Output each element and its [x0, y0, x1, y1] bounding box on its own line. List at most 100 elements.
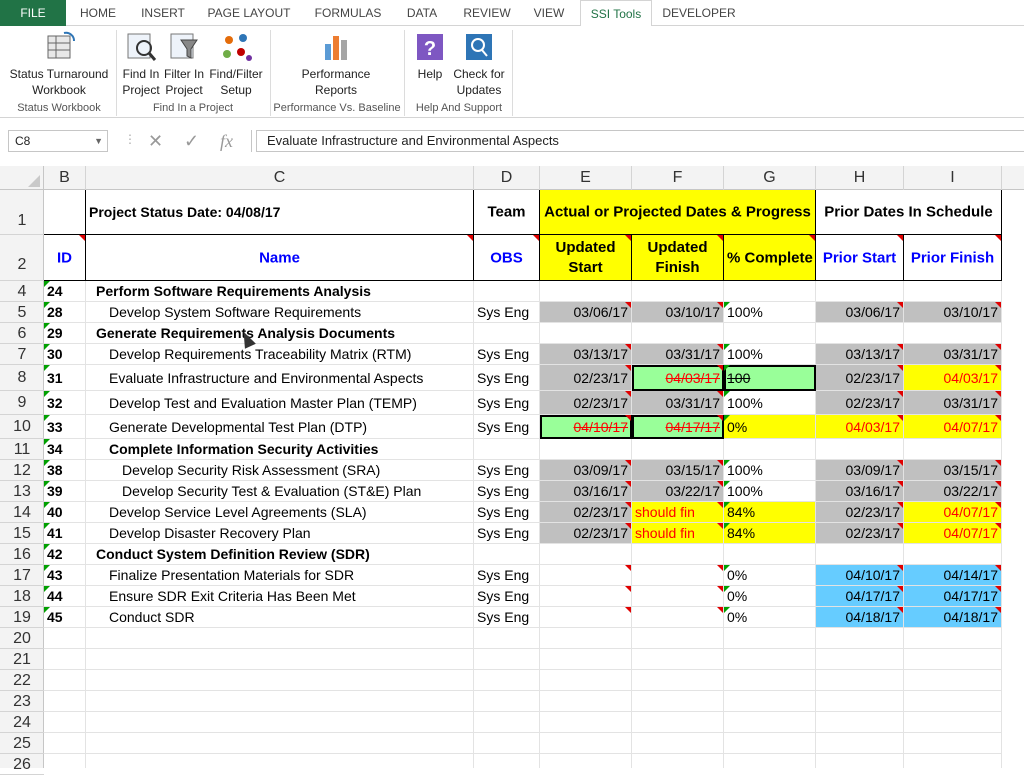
obs-cell[interactable]: Sys Eng — [474, 365, 540, 391]
id-cell[interactable]: 29 — [44, 323, 86, 344]
empty-cell[interactable] — [724, 628, 816, 649]
prior-finish-cell[interactable]: 03/31/17 — [904, 344, 1002, 365]
id-cell[interactable]: 40 — [44, 502, 86, 523]
updated-finish-cell[interactable]: 04/03/17 — [632, 365, 724, 391]
pct-complete-cell[interactable]: 0% — [724, 607, 816, 628]
obs-cell[interactable]: Sys Eng — [474, 391, 540, 415]
prior-start-cell[interactable]: 03/16/17 — [816, 481, 904, 502]
updated-finish-cell[interactable] — [632, 439, 724, 460]
empty-cell[interactable] — [724, 691, 816, 712]
empty-cell[interactable] — [816, 670, 904, 691]
empty-cell[interactable] — [816, 628, 904, 649]
row-header[interactable]: 14 — [0, 502, 44, 523]
prior-start-cell[interactable]: 04/17/17 — [816, 586, 904, 607]
pct-complete-cell[interactable]: 84% — [724, 523, 816, 544]
filter-in-project-button[interactable]: Filter In Project — [162, 30, 206, 98]
row-header[interactable]: 17 — [0, 565, 44, 586]
updated-finish-cell[interactable]: 03/15/17 — [632, 460, 724, 481]
id-cell[interactable]: 42 — [44, 544, 86, 565]
empty-cell[interactable] — [44, 649, 86, 670]
pct-complete-cell[interactable]: 100% — [724, 344, 816, 365]
row-header[interactable]: 12 — [0, 460, 44, 481]
column-header-e[interactable]: E — [540, 166, 632, 190]
id-cell[interactable]: 43 — [44, 565, 86, 586]
pct-complete-cell[interactable]: 100% — [724, 391, 816, 415]
task-name-cell[interactable]: Conduct SDR — [86, 607, 474, 628]
row-header[interactable]: 16 — [0, 544, 44, 565]
row-header[interactable]: 26 — [0, 754, 44, 775]
empty-cell[interactable] — [904, 754, 1002, 768]
prior-finish-cell[interactable]: 03/15/17 — [904, 460, 1002, 481]
id-cell[interactable]: 24 — [44, 281, 86, 302]
obs-cell[interactable]: Sys Eng — [474, 523, 540, 544]
empty-cell[interactable] — [904, 670, 1002, 691]
task-name-cell[interactable]: Evaluate Infrastructure and Environmenta… — [86, 365, 474, 391]
tab-formulas[interactable]: FORMULAS — [306, 0, 390, 26]
select-all-corner[interactable] — [0, 166, 44, 190]
empty-cell[interactable] — [816, 712, 904, 733]
updated-start-cell[interactable] — [540, 607, 632, 628]
tab-page-layout[interactable]: PAGE LAYOUT — [200, 0, 298, 26]
updated-start-cell[interactable]: 02/23/17 — [540, 365, 632, 391]
column-header-f[interactable]: F — [632, 166, 724, 190]
id-cell[interactable]: 39 — [44, 481, 86, 502]
task-name-cell[interactable]: Develop Security Test & Evaluation (ST&E… — [86, 481, 474, 502]
obs-cell[interactable]: Sys Eng — [474, 415, 540, 439]
obs-cell[interactable]: Sys Eng — [474, 565, 540, 586]
empty-cell[interactable] — [44, 712, 86, 733]
task-name-cell[interactable]: Generate Requirements Analysis Documents — [86, 323, 474, 344]
empty-cell[interactable] — [816, 691, 904, 712]
prior-start-cell[interactable]: 04/10/17 — [816, 565, 904, 586]
updated-start-cell[interactable] — [540, 323, 632, 344]
task-name-cell[interactable]: Develop Test and Evaluation Master Plan … — [86, 391, 474, 415]
prior-finish-cell[interactable]: 04/07/17 — [904, 415, 1002, 439]
column-header-i[interactable]: I — [904, 166, 1002, 190]
empty-cell[interactable] — [904, 649, 1002, 670]
prior-start-cell[interactable] — [816, 544, 904, 565]
prior-finish-cell[interactable]: 04/17/17 — [904, 586, 1002, 607]
id-cell[interactable]: 34 — [44, 439, 86, 460]
obs-cell[interactable]: Sys Eng — [474, 607, 540, 628]
check-updates-button[interactable]: Check for Updates — [450, 30, 508, 98]
row-header[interactable]: 4 — [0, 281, 44, 302]
obs-header-cell[interactable]: OBS — [474, 235, 540, 281]
column-header-g[interactable]: G — [724, 166, 816, 190]
prior-start-cell[interactable] — [816, 281, 904, 302]
row-header[interactable]: 9 — [0, 391, 44, 415]
updated-finish-cell[interactable]: 03/10/17 — [632, 302, 724, 323]
updated-start-cell[interactable]: 02/23/17 — [540, 502, 632, 523]
find-filter-setup-button[interactable]: Find/Filter Setup — [206, 30, 266, 98]
empty-cell[interactable] — [474, 691, 540, 712]
task-name-cell[interactable]: Develop Security Risk Assessment (SRA) — [86, 460, 474, 481]
empty-cell[interactable] — [904, 628, 1002, 649]
prior-start-cell[interactable]: 04/03/17 — [816, 415, 904, 439]
prior-start-header-cell[interactable]: Prior Start — [816, 235, 904, 281]
prior-finish-cell[interactable]: 04/07/17 — [904, 502, 1002, 523]
prior-start-cell[interactable]: 02/23/17 — [816, 391, 904, 415]
updated-finish-header-cell[interactable]: Updated Finish — [632, 235, 724, 281]
task-name-cell[interactable]: Perform Software Requirements Analysis — [86, 281, 474, 302]
actual-dates-header-cell[interactable]: Actual or Projected Dates & Progress — [540, 190, 816, 235]
empty-cell[interactable] — [44, 733, 86, 754]
row-header[interactable]: 22 — [0, 670, 44, 691]
id-cell[interactable]: 45 — [44, 607, 86, 628]
row-header[interactable]: 7 — [0, 344, 44, 365]
prior-start-cell[interactable]: 02/23/17 — [816, 523, 904, 544]
status-date-cell[interactable]: Project Status Date: 04/08/17 — [86, 190, 474, 235]
empty-cell[interactable] — [86, 712, 474, 733]
task-name-cell[interactable]: Develop Requirements Traceability Matrix… — [86, 344, 474, 365]
prior-start-cell[interactable]: 04/18/17 — [816, 607, 904, 628]
updated-start-cell[interactable]: 03/06/17 — [540, 302, 632, 323]
prior-start-cell[interactable]: 03/06/17 — [816, 302, 904, 323]
updated-start-cell[interactable]: 02/23/17 — [540, 523, 632, 544]
id-cell[interactable]: 44 — [44, 586, 86, 607]
name-header-cell[interactable]: Name — [86, 235, 474, 281]
empty-cell[interactable] — [816, 733, 904, 754]
updated-start-cell[interactable] — [540, 439, 632, 460]
obs-cell[interactable]: Sys Eng — [474, 481, 540, 502]
updated-start-cell[interactable] — [540, 586, 632, 607]
obs-cell[interactable]: Sys Eng — [474, 460, 540, 481]
prior-start-cell[interactable] — [816, 439, 904, 460]
empty-cell[interactable] — [86, 754, 474, 768]
pct-complete-cell[interactable]: 0% — [724, 415, 816, 439]
